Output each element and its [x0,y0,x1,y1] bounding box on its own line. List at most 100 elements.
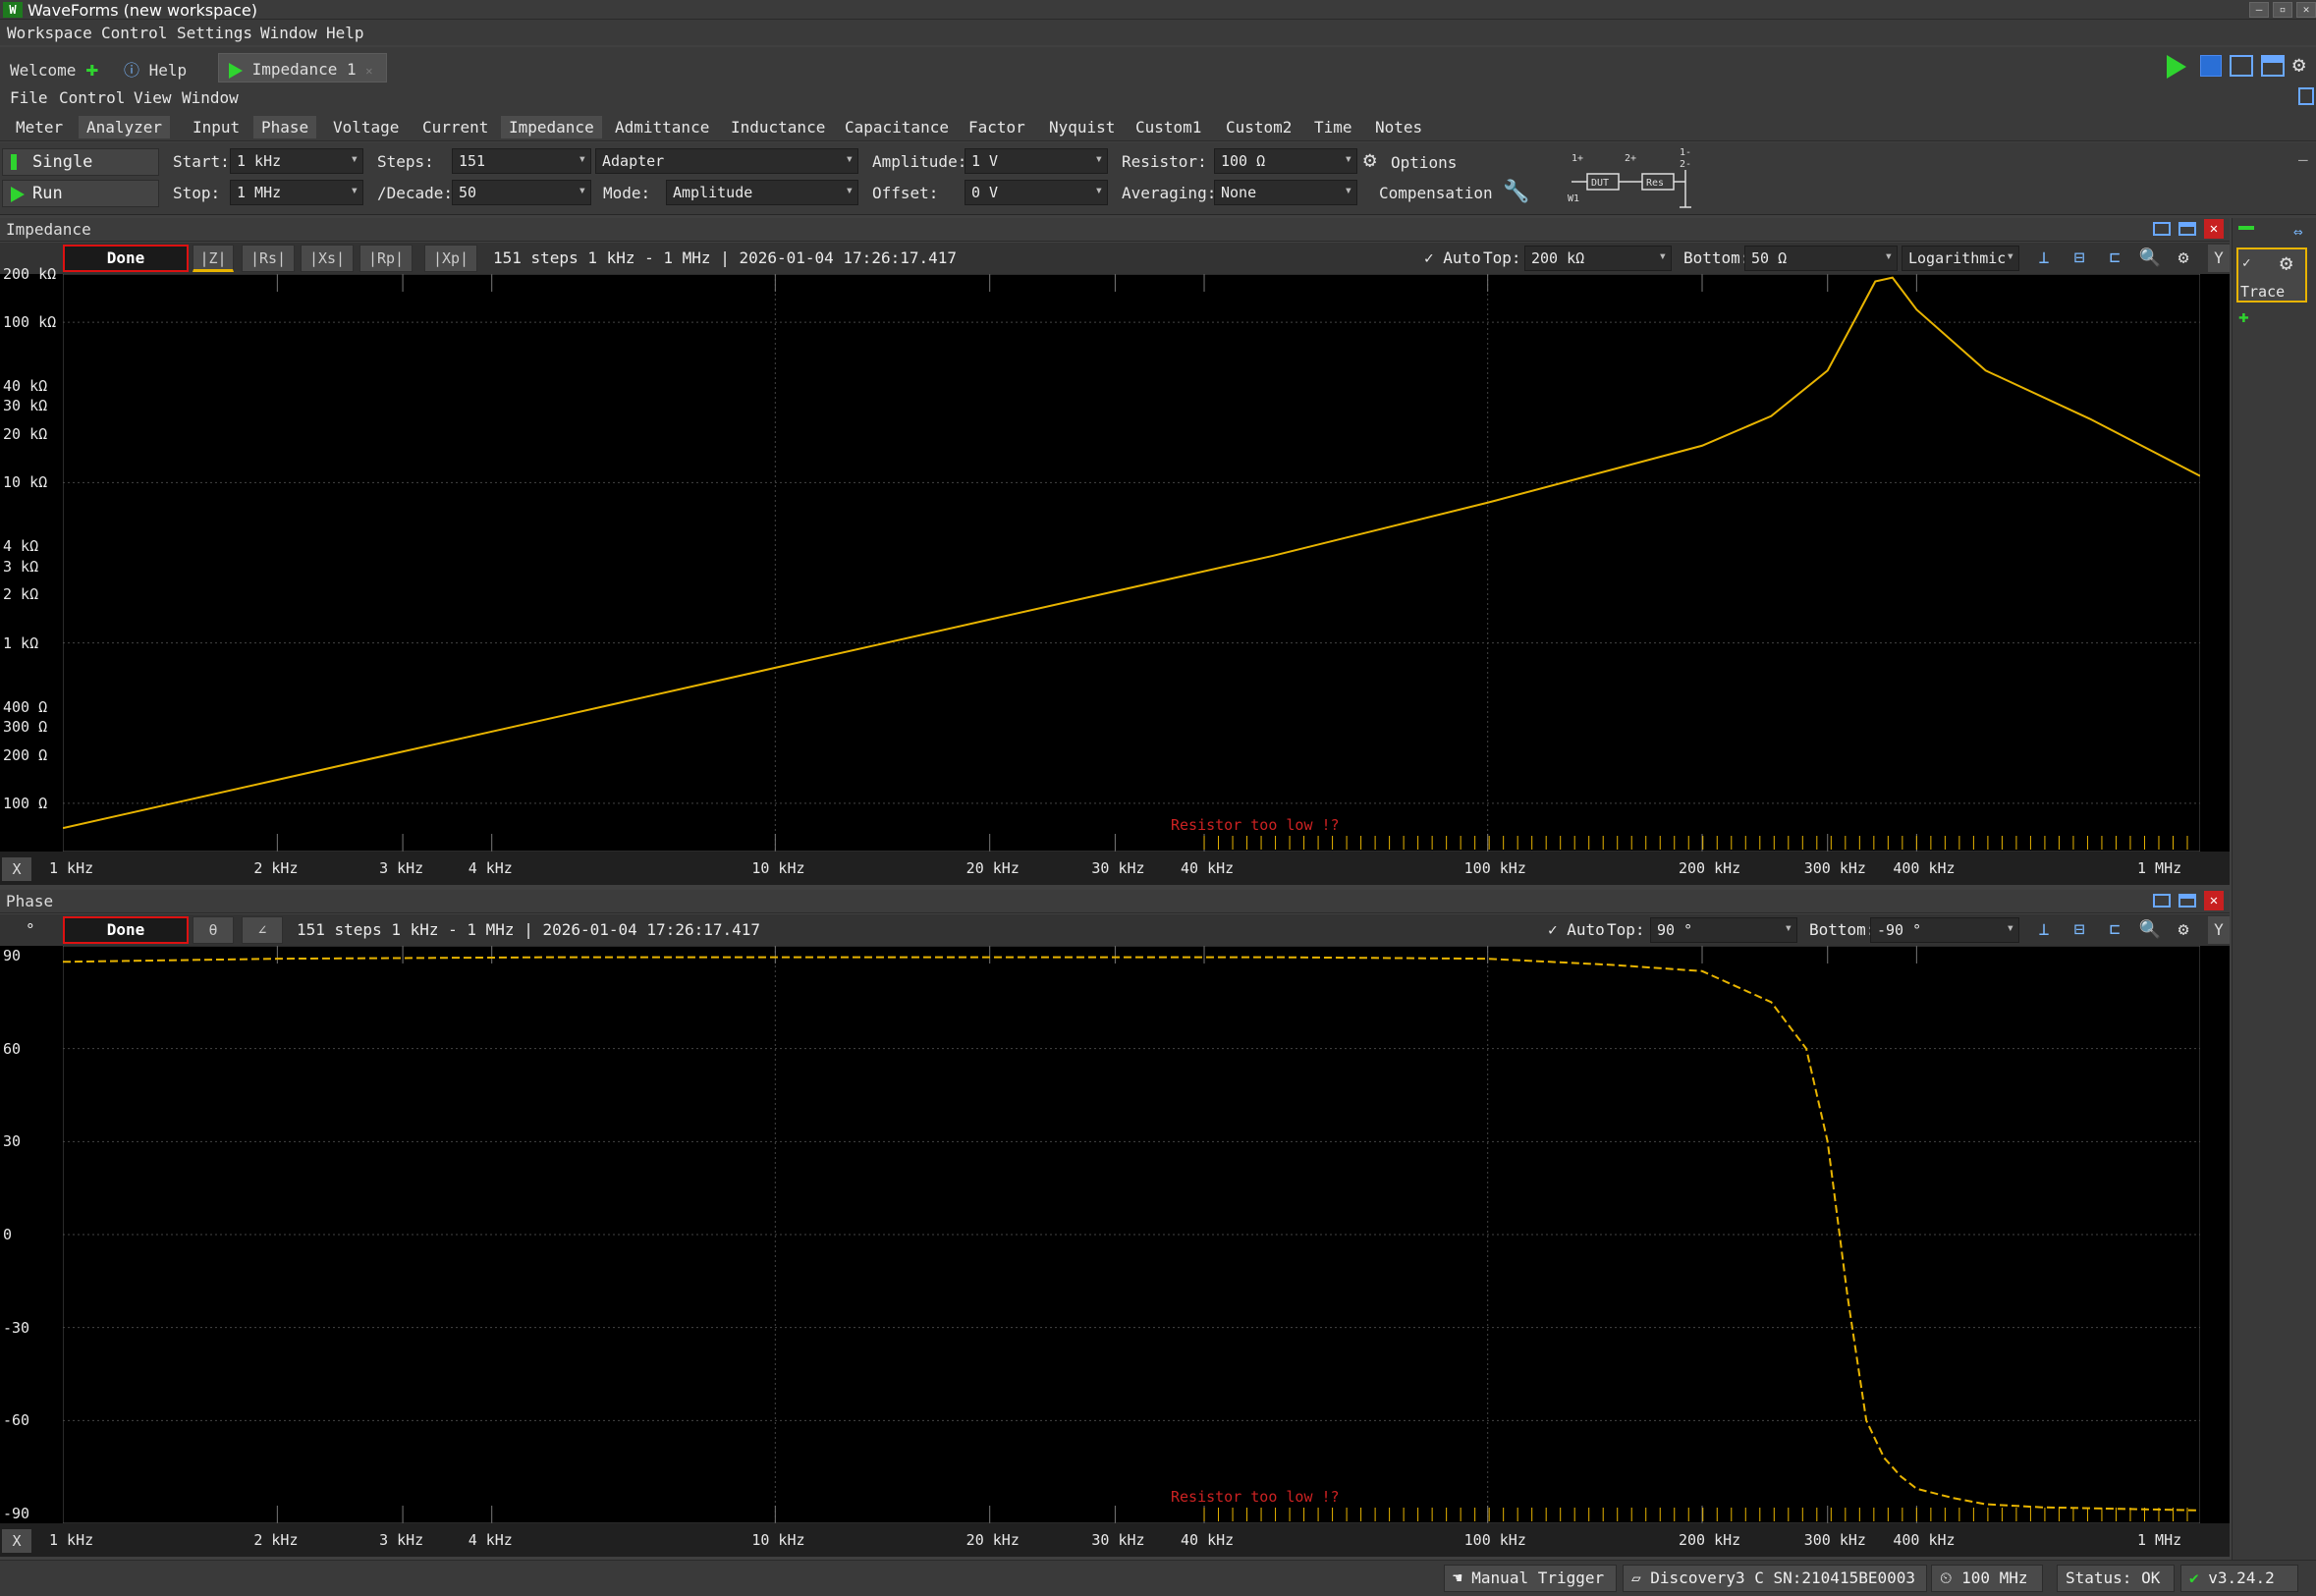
horizontal-cursor-icon[interactable]: ⊟ [2067,246,2092,271]
stop-frequency-select[interactable]: 1 MHz [230,180,363,205]
impedance-chart[interactable] [63,274,2200,852]
view-tab-nyquist[interactable]: Nyquist [1041,116,1123,138]
minimize-icon[interactable]: – [2249,2,2269,18]
menu-workspace[interactable]: Workspace [7,24,92,42]
tab-welcome[interactable]: Welcome ✚ [0,51,108,82]
view-tab-admittance[interactable]: Admittance [607,116,717,138]
tab-help[interactable]: ⓘ Help [114,51,196,81]
phase-cursor-add-icon[interactable]: ⊥ [2031,917,2057,943]
restore-icon[interactable]: ▫ [2273,2,2292,18]
plot-settings-gear-icon[interactable]: ⚙ [2171,246,2196,271]
close-window-icon[interactable]: ✕ [2296,2,2316,18]
zoom-icon[interactable]: 🔍 [2137,246,2163,271]
dock-icon[interactable] [2298,87,2314,105]
view-tab-meter[interactable]: Meter [8,116,71,138]
window-tile-icon[interactable] [2261,55,2285,77]
menu-control[interactable]: Control [101,24,167,42]
impedance-x-axis-button[interactable]: X [2,857,31,881]
phase-chart[interactable] [63,946,2200,1523]
start-frequency-select[interactable]: 1 kHz [230,148,363,174]
phase-x-axis-button[interactable]: X [2,1529,31,1553]
per-decade-select[interactable]: 50 [452,180,591,205]
options-button[interactable]: Options [1391,153,1457,172]
resistor-select[interactable]: 100 Ω [1214,148,1357,174]
view-tab-voltage[interactable]: Voltage [325,116,407,138]
view-tab-inductance[interactable]: Inductance [723,116,833,138]
menu-settings[interactable]: Settings [177,24,252,42]
phase-zoom-icon[interactable]: 🔍 [2137,917,2163,943]
offset-select[interactable]: 0 V [965,180,1108,205]
view-tab-custom2[interactable]: Custom2 [1218,116,1299,138]
adapter-select[interactable]: Adapter [595,148,858,174]
phase-plot-area[interactable]: 90 60 30 0 -30 -60 -90 Resistor too low !? [0,946,2230,1523]
stop-all-icon[interactable] [2200,55,2222,77]
view-tab-phase[interactable]: Phase [253,116,317,138]
view-tab-time[interactable]: Time [1306,116,1360,138]
compensation-wrench-icon[interactable]: 🔧 [1503,180,1529,204]
view-tab-current[interactable]: Current [414,116,496,138]
add-icon[interactable]: ✚ [85,57,98,82]
menu-control-inst[interactable]: Control [59,88,125,107]
vertical-cursor-icon[interactable]: ⊏ [2102,246,2127,271]
phase-auto-toggle[interactable]: ✓ Auto [1548,920,1605,939]
menu-window[interactable]: Window [260,24,317,42]
trace-xs-button[interactable]: |Xs| [301,245,354,272]
clock-button[interactable]: ⏲ 100 MHz [1931,1565,2043,1592]
trace-visible-check[interactable]: ✓ [2242,255,2250,271]
window-cascade-icon[interactable] [2230,55,2253,77]
remove-trace-icon[interactable] [2238,226,2254,230]
impedance-top-select[interactable]: 200 kΩ [1524,246,1672,271]
version-button[interactable]: ✔ v3.24.2 [2180,1565,2298,1592]
phase-horizontal-cursor-icon[interactable]: ⊟ [2067,917,2092,943]
panel-close-icon[interactable]: ✕ [2204,219,2224,239]
view-tab-input[interactable]: Input [185,116,248,138]
trace-xp-button[interactable]: |Xp| [424,245,477,272]
run-button[interactable]: Run [2,180,159,207]
trace-rs-button[interactable]: |Rs| [242,245,295,272]
single-button[interactable]: Single [2,148,159,176]
phase-y-axis-button[interactable]: Y [2208,916,2230,944]
view-tab-impedance[interactable]: Impedance [501,116,602,138]
trace-rp-button[interactable]: |Rp| [359,245,413,272]
view-tab-custom1[interactable]: Custom1 [1128,116,1209,138]
phase-top-select[interactable]: 90 ° [1650,917,1797,943]
menu-view[interactable]: View [134,88,172,107]
expand-sidebar-icon[interactable]: ⇔ [2293,222,2303,241]
impedance-auto-toggle[interactable]: ✓ Auto [1424,248,1481,267]
menu-file[interactable]: File [10,88,48,107]
averaging-select[interactable]: None [1214,180,1357,205]
view-tab-analyzer[interactable]: Analyzer [79,116,171,138]
close-tab-icon[interactable]: ✕ [365,64,372,78]
trace-gear-icon[interactable]: ⚙ [2280,251,2292,276]
phase-panel-float-icon[interactable] [2153,894,2171,908]
phase-vertical-cursor-icon[interactable]: ⊏ [2102,917,2127,943]
trace-angle-button[interactable]: ∠ [242,916,283,944]
run-all-icon[interactable] [2167,55,2190,79]
panel-float-icon[interactable] [2153,222,2171,236]
view-tab-capacitance[interactable]: Capacitance [837,116,957,138]
compensation-button[interactable]: Compensation [1379,184,1493,202]
add-trace-icon[interactable]: ✚ [2238,306,2249,327]
impedance-plot-area[interactable]: 200 kΩ 100 kΩ 40 kΩ 30 kΩ 20 kΩ 10 kΩ 4 kΩ 3 kΩ… [0,265,2230,852]
options-gear-icon[interactable]: ⚙ [1363,148,1376,173]
view-tab-factor[interactable]: Factor [961,116,1033,138]
manual-trigger-button[interactable]: ☚ Manual Trigger [1444,1565,1617,1592]
tab-impedance[interactable]: Impedance 1 ✕ [218,53,387,83]
menu-window-inst[interactable]: Window [182,88,239,107]
menu-help[interactable]: Help [326,24,364,42]
trace-z-button[interactable]: |Z| [193,245,234,272]
settings-gear-icon[interactable]: ⚙ [2292,53,2305,78]
trace-theta-button[interactable]: θ [193,916,234,944]
amplitude-select[interactable]: 1 V [965,148,1108,174]
phase-plot-settings-gear-icon[interactable]: ⚙ [2171,917,2196,943]
trace-item[interactable]: ✓ ⚙ Trace [2236,248,2307,303]
cursor-add-icon[interactable]: ⊥ [2031,246,2057,271]
impedance-bottom-select[interactable]: 50 Ω [1744,246,1898,271]
device-button[interactable]: ▱ Discovery3 C SN:210415BE0003 [1623,1565,1927,1592]
impedance-y-axis-button[interactable]: Y [2208,245,2230,272]
phase-panel-close-icon[interactable]: ✕ [2204,891,2224,910]
collapse-controls-icon[interactable]: – [2298,150,2308,169]
phase-panel-maximize-icon[interactable] [2178,894,2196,908]
panel-maximize-icon[interactable] [2178,222,2196,236]
steps-select[interactable]: 151 [452,148,591,174]
